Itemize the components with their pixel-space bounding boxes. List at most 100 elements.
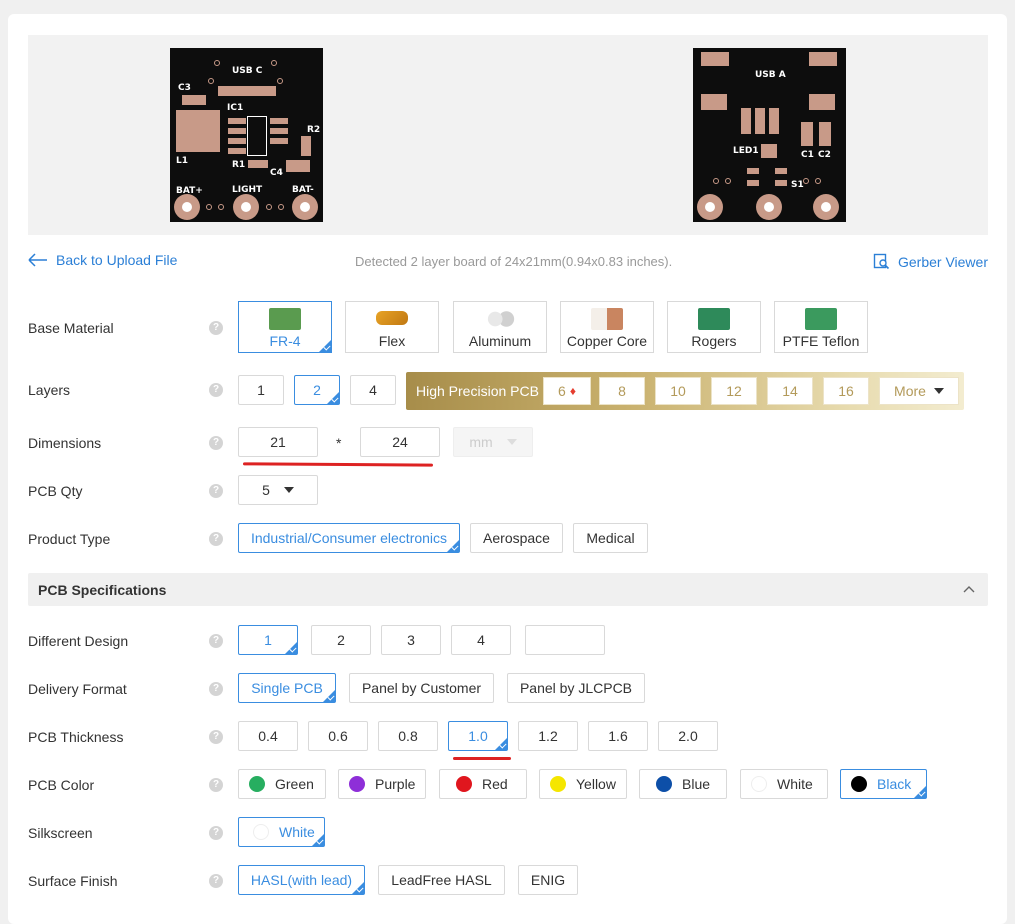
material-flex-option[interactable]: Flex bbox=[345, 301, 439, 353]
color-red-option[interactable]: Red bbox=[439, 769, 527, 799]
material-aluminum-option[interactable]: Aluminum bbox=[453, 301, 547, 353]
material-copper-core-option[interactable]: Copper Core bbox=[560, 301, 654, 353]
silk-label: LED1 bbox=[733, 146, 759, 156]
color-green-option[interactable]: Green bbox=[238, 769, 326, 799]
layers-option-12[interactable]: 12 bbox=[711, 377, 757, 405]
help-icon[interactable]: ? bbox=[209, 436, 223, 450]
pcb-thickness-label: PCB Thickness bbox=[28, 729, 124, 745]
help-icon[interactable]: ? bbox=[209, 874, 223, 888]
silkscreen-label: Silkscreen bbox=[28, 825, 93, 841]
surface-enig-option[interactable]: ENIG bbox=[518, 865, 578, 895]
color-yellow-option[interactable]: Yellow bbox=[539, 769, 627, 799]
material-fr4-option[interactable]: FR-4 bbox=[238, 301, 332, 353]
back-to-upload-link[interactable]: Back to Upload File bbox=[28, 252, 177, 268]
delivery-panel-by-customer-option[interactable]: Panel by Customer bbox=[349, 673, 494, 703]
pcb-top-layer-image: USB C C3 IC1 R2 L1 R1 C4 BAT+ LIGHT BAT- bbox=[170, 48, 323, 222]
green-swatch bbox=[249, 776, 265, 792]
red-swatch bbox=[456, 776, 472, 792]
different-design-option-2[interactable]: 2 bbox=[311, 625, 371, 655]
help-icon[interactable]: ? bbox=[209, 826, 223, 840]
usb-pads bbox=[218, 86, 276, 96]
silk-label: C4 bbox=[270, 168, 283, 178]
surface-finish-label: Surface Finish bbox=[28, 873, 118, 889]
dimension-unit-select[interactable]: mm bbox=[453, 427, 533, 457]
pcb-qty-select[interactable]: 5 bbox=[238, 475, 318, 505]
yellow-swatch bbox=[550, 776, 566, 792]
layers-option-1[interactable]: 1 bbox=[238, 375, 284, 405]
gerber-viewer-link[interactable]: Gerber Viewer bbox=[873, 253, 988, 270]
ptfe-board-icon bbox=[805, 308, 837, 330]
surface-leadfree-hasl-option[interactable]: LeadFree HASL bbox=[378, 865, 505, 895]
thickness-option-1-2[interactable]: 1.2 bbox=[518, 721, 578, 751]
layers-option-16[interactable]: 16 bbox=[823, 377, 869, 405]
different-design-option-1[interactable]: 1 bbox=[238, 625, 298, 655]
chevron-up-icon bbox=[963, 586, 975, 593]
layers-option-6[interactable]: 6 ♦ bbox=[543, 377, 591, 405]
help-icon[interactable]: ? bbox=[209, 778, 223, 792]
help-icon[interactable]: ? bbox=[209, 484, 223, 498]
material-rogers-option[interactable]: Rogers bbox=[667, 301, 761, 353]
color-black-option[interactable]: Black bbox=[840, 769, 927, 799]
help-icon[interactable]: ? bbox=[209, 634, 223, 648]
product-type-label: Product Type bbox=[28, 531, 111, 547]
layers-option-2[interactable]: 2 bbox=[294, 375, 340, 405]
help-icon[interactable]: ? bbox=[209, 383, 223, 397]
dimension-separator: * bbox=[336, 435, 342, 451]
delivery-single-pcb-option[interactable]: Single PCB bbox=[238, 673, 336, 703]
layers-option-10[interactable]: 10 bbox=[655, 377, 701, 405]
thickness-option-1-6[interactable]: 1.6 bbox=[588, 721, 648, 751]
pcb-specifications-header[interactable]: PCB Specifications bbox=[28, 573, 988, 606]
silk-label: C1 bbox=[801, 150, 814, 160]
chevron-down-icon bbox=[506, 439, 517, 445]
help-icon[interactable]: ? bbox=[209, 682, 223, 696]
layers-option-14[interactable]: 14 bbox=[767, 377, 813, 405]
dimensions-label: Dimensions bbox=[28, 435, 102, 451]
product-type-medical-option[interactable]: Medical bbox=[573, 523, 648, 553]
material-ptfe-teflon-option[interactable]: PTFE Teflon bbox=[774, 301, 868, 353]
help-icon[interactable]: ? bbox=[209, 321, 223, 335]
layers-option-4[interactable]: 4 bbox=[350, 375, 396, 405]
base-material-label: Base Material bbox=[28, 320, 114, 336]
fr4-board-icon bbox=[269, 308, 301, 330]
thickness-option-0-8[interactable]: 0.8 bbox=[378, 721, 438, 751]
flex-board-icon bbox=[376, 311, 408, 325]
layers-label: Layers bbox=[28, 382, 71, 398]
pcb-specifications-title: PCB Specifications bbox=[38, 582, 167, 598]
silkscreen-white-option[interactable]: White bbox=[238, 817, 325, 847]
rogers-board-icon bbox=[698, 308, 730, 330]
different-design-custom-input[interactable] bbox=[525, 625, 605, 655]
delivery-panel-by-jlcpcb-option[interactable]: Panel by JLCPCB bbox=[507, 673, 645, 703]
white-swatch bbox=[751, 776, 767, 792]
thickness-option-0-4[interactable]: 0.4 bbox=[238, 721, 298, 751]
dimension-width-input[interactable]: 21 bbox=[238, 427, 318, 457]
delivery-format-label: Delivery Format bbox=[28, 681, 127, 697]
surface-hasl-with-lead-option[interactable]: HASL(with lead) bbox=[238, 865, 365, 895]
silk-label: USB C bbox=[232, 66, 263, 76]
thickness-option-2-0[interactable]: 2.0 bbox=[658, 721, 718, 751]
color-blue-option[interactable]: Blue bbox=[639, 769, 727, 799]
silk-label: R1 bbox=[232, 160, 246, 170]
product-type-industrial-option[interactable]: Industrial/Consumer electronics bbox=[238, 523, 460, 553]
flame-icon: ♦ bbox=[569, 384, 576, 398]
layers-option-8[interactable]: 8 bbox=[599, 377, 645, 405]
pcb-bottom-layer-image: USB A LED1 C1 C2 S1 bbox=[693, 48, 846, 222]
color-purple-option[interactable]: Purple bbox=[338, 769, 426, 799]
copper-core-board-icon bbox=[591, 308, 623, 330]
help-icon[interactable]: ? bbox=[209, 730, 223, 744]
layers-more-dropdown[interactable]: More bbox=[879, 377, 959, 405]
pcb-qty-label: PCB Qty bbox=[28, 483, 83, 499]
thickness-option-0-6[interactable]: 0.6 bbox=[308, 721, 368, 751]
silk-label: IC1 bbox=[227, 103, 244, 113]
dimension-height-input[interactable]: 24 bbox=[360, 427, 440, 457]
different-design-option-4[interactable]: 4 bbox=[451, 625, 511, 655]
gerber-viewer-icon bbox=[873, 253, 890, 270]
pcb-color-label: PCB Color bbox=[28, 777, 95, 793]
chevron-down-icon bbox=[283, 487, 294, 493]
product-type-aerospace-option[interactable]: Aerospace bbox=[470, 523, 563, 553]
silk-label: C2 bbox=[818, 150, 831, 160]
thickness-option-1-0[interactable]: 1.0 bbox=[448, 721, 508, 751]
back-link-label: Back to Upload File bbox=[56, 252, 178, 268]
color-white-option[interactable]: White bbox=[740, 769, 828, 799]
different-design-option-3[interactable]: 3 bbox=[381, 625, 441, 655]
help-icon[interactable]: ? bbox=[209, 532, 223, 546]
